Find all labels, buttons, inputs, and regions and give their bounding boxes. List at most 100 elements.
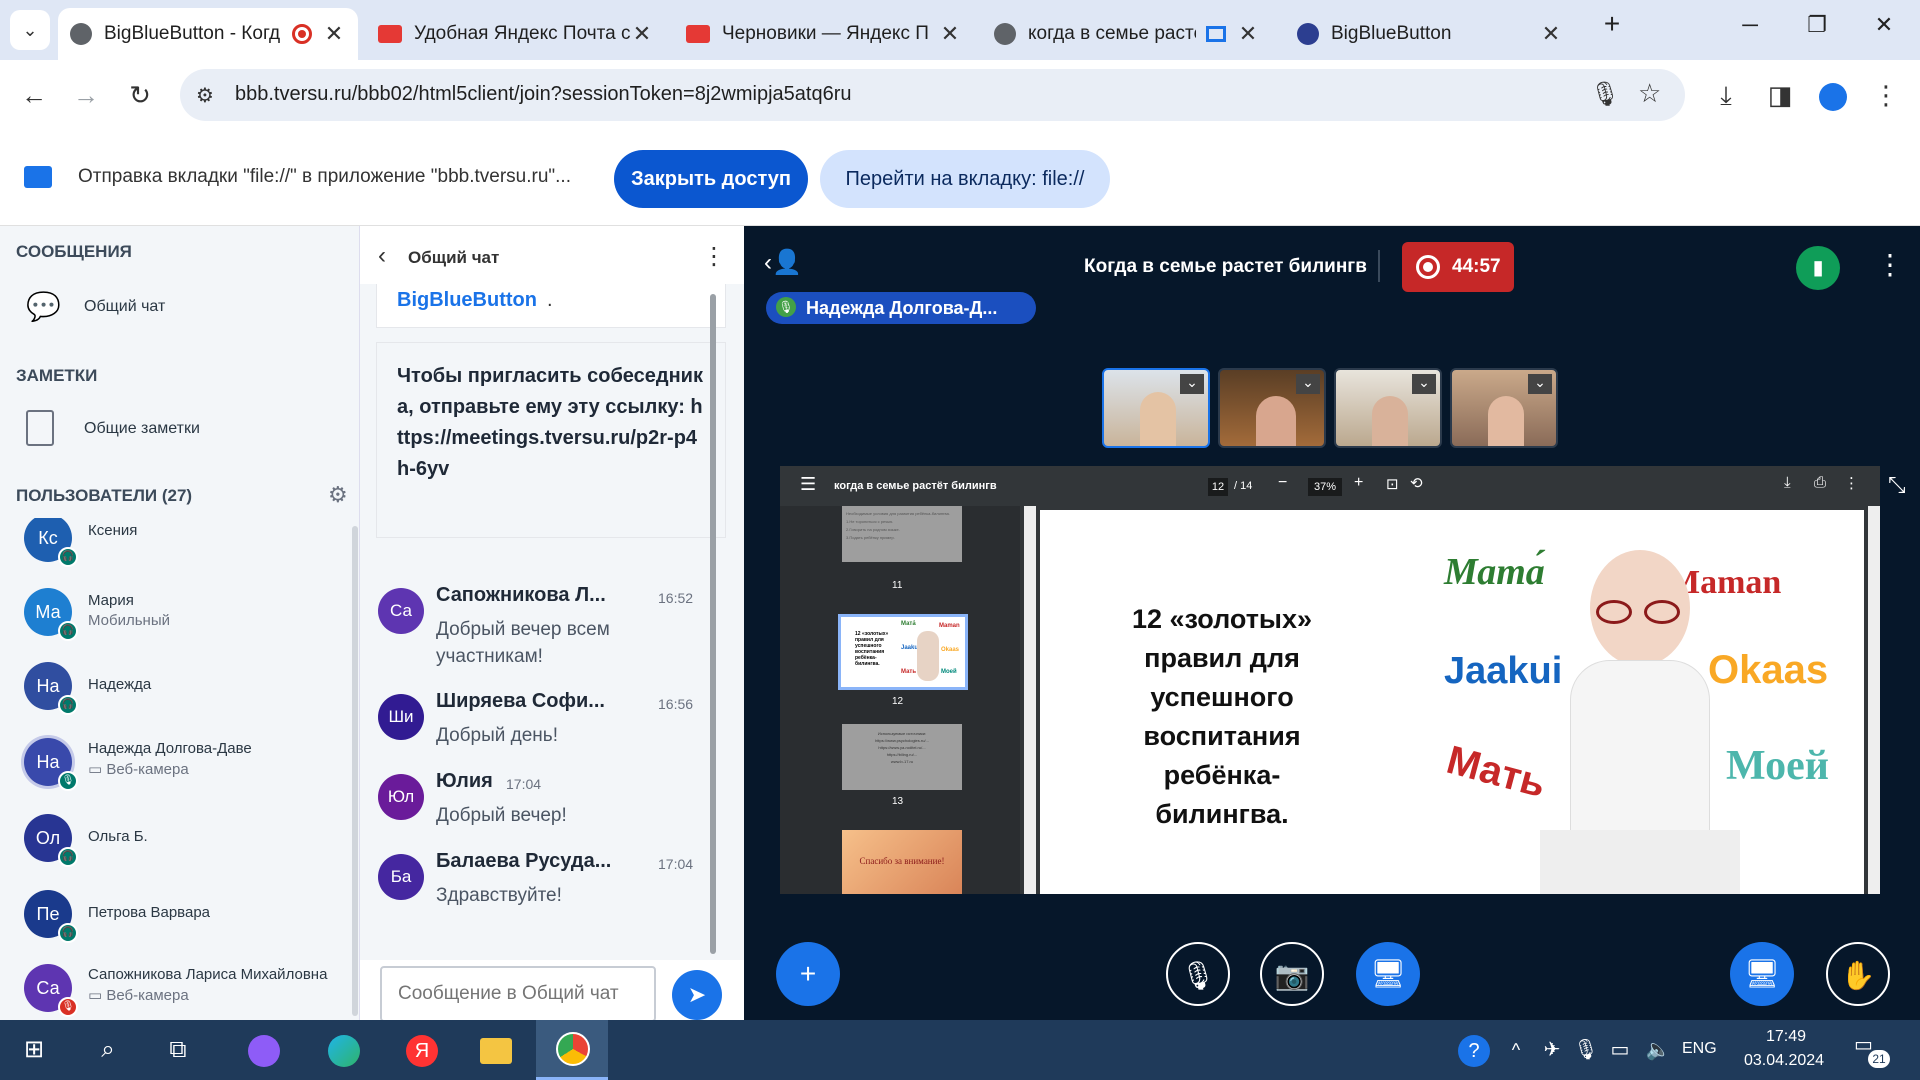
edge-app[interactable]	[324, 1030, 364, 1070]
stop-sharing-button[interactable]: Закрыть доступ	[614, 150, 808, 208]
back-button[interactable]: ←	[14, 75, 54, 115]
microphone-icon[interactable]: 🎙	[1590, 80, 1620, 109]
close-tab-icon[interactable]: ✕	[938, 21, 962, 47]
close-tab-icon[interactable]: ✕	[322, 21, 346, 47]
users-scrollbar[interactable]	[352, 526, 358, 1016]
kebab-menu-icon[interactable]: ⋮	[1844, 474, 1859, 492]
minimize-button[interactable]: ─	[1730, 12, 1770, 38]
unmute-button[interactable]: 🎙	[1166, 942, 1230, 1006]
chevron-left-icon[interactable]: ‹	[378, 242, 386, 270]
presentation-button[interactable]: 🖥	[1730, 942, 1794, 1006]
kebab-menu-icon[interactable]: ⋮	[1876, 248, 1904, 281]
tab-bigbluebutton[interactable]: BigBlueButton ✕	[1285, 8, 1575, 60]
close-window-button[interactable]: ✕	[1864, 12, 1904, 38]
chevron-down-icon[interactable]: ⌄	[1528, 374, 1552, 394]
kebab-menu-icon[interactable]: ⋮	[702, 242, 726, 271]
chrome-app-active[interactable]	[536, 1020, 608, 1080]
language-indicator[interactable]: ENG	[1682, 1040, 1717, 1058]
webcam-tile[interactable]: ⌄	[1218, 368, 1326, 448]
user-item[interactable]: Ол 🎧 Ольга Б.	[24, 814, 344, 867]
profile-button[interactable]	[1813, 75, 1853, 115]
chat-message-input[interactable]	[380, 966, 656, 1022]
close-tab-icon[interactable]: ✕	[630, 21, 654, 47]
chat-scrollbar[interactable]	[710, 294, 716, 954]
public-chat-item[interactable]: 💬 Общий чат	[0, 288, 358, 328]
start-button[interactable]: ⊞	[14, 1030, 54, 1070]
user-item[interactable]: Пе 🎧 Петрова Варвара	[24, 890, 344, 943]
tab-yandex-mail[interactable]: Удобная Яндекс Почта с ✕	[366, 8, 666, 60]
tab-bigbluebutton-active[interactable]: BigBlueButton - Когд ✕	[58, 8, 358, 60]
alice-app[interactable]	[244, 1030, 284, 1070]
send-button[interactable]: ➤	[672, 970, 722, 1020]
arrow-left-icon: ←	[21, 80, 47, 110]
thumbnail-11[interactable]: Необходимые условия для развития ребёнка…	[842, 506, 962, 562]
yandex-browser-app[interactable]: Я	[402, 1030, 442, 1070]
talking-indicator[interactable]: 🎙 Надежда Долгова-Д...	[766, 292, 1036, 324]
help-icon[interactable]: ?	[1454, 1030, 1494, 1070]
webcam-tile[interactable]: ⌄	[1102, 368, 1210, 448]
print-icon[interactable]: ⎙	[1814, 474, 1826, 491]
webcam-tile[interactable]: ⌄	[1334, 368, 1442, 448]
file-explorer-app[interactable]	[476, 1030, 516, 1070]
volume-icon[interactable]: 🔈	[1638, 1030, 1678, 1070]
page-input[interactable]: 12	[1208, 478, 1228, 496]
clock-time[interactable]: 17:49	[1766, 1028, 1806, 1046]
battery-icon[interactable]: ▭	[1600, 1030, 1640, 1070]
bbb-link-text[interactable]: BigBlueButton	[397, 289, 537, 312]
collapse-icon[interactable]: ⤡	[1888, 472, 1906, 498]
switch-tab-button[interactable]: Перейти на вкладку: file://	[820, 150, 1110, 208]
thumbnail-14[interactable]: Спасибо за внимание!	[842, 830, 962, 894]
clock-date[interactable]: 03.04.2024	[1744, 1052, 1824, 1070]
star-icon[interactable]: ☆	[1638, 78, 1661, 109]
fit-page-icon[interactable]: ⊡	[1386, 475, 1399, 493]
shared-notes-item[interactable]: Общие заметки	[0, 410, 358, 450]
notification-center[interactable]: ▭ 21	[1854, 1032, 1890, 1068]
webcam-tile[interactable]: ⌄	[1450, 368, 1558, 448]
zoom-out-icon[interactable]: −	[1278, 474, 1287, 492]
tab-search-button[interactable]: ⌄	[10, 10, 50, 50]
share-screen-button[interactable]: 🖥	[1356, 942, 1420, 1006]
forward-button[interactable]: →	[66, 75, 106, 115]
chevron-down-icon[interactable]: ⌄	[1180, 374, 1204, 394]
gear-icon[interactable]: ⚙	[328, 482, 348, 508]
user-item[interactable]: Са 🎙 Сапожникова Лариса Михайловна ▭ Веб…	[24, 964, 344, 1017]
user-item[interactable]: На 🎧 Надежда	[24, 662, 344, 715]
user-item[interactable]: Ма 🎧 Мария Мобильный	[24, 588, 344, 641]
actions-button[interactable]: +	[776, 942, 840, 1006]
download-button[interactable]: ⤓	[1706, 75, 1746, 115]
raise-hand-button[interactable]: ✋	[1826, 942, 1890, 1006]
thumbnail-12-selected[interactable]: 12 «золотых» правил для успешного воспит…	[838, 614, 968, 690]
search-button[interactable]: ⌕	[88, 1030, 128, 1070]
restore-button[interactable]: ❐	[1797, 12, 1837, 38]
globe-icon	[994, 23, 1016, 45]
chevron-down-icon[interactable]: ⌄	[1296, 374, 1320, 394]
close-tab-icon[interactable]: ✕	[1236, 21, 1260, 47]
side-panel-button[interactable]: ◨	[1760, 75, 1800, 115]
chevron-up-icon[interactable]: ^	[1496, 1030, 1536, 1070]
hamburger-menu-icon[interactable]: ☰	[800, 474, 816, 495]
rotate-icon[interactable]: ⟲	[1410, 474, 1423, 492]
thumbnail-scrollbar[interactable]	[1024, 506, 1036, 894]
address-bar[interactable]: ⚙ bbb.tversu.ru/bbb02/html5client/join?s…	[180, 69, 1685, 121]
task-view-button[interactable]: ⧉	[158, 1030, 198, 1070]
pdf-scrollbar[interactable]	[1868, 506, 1880, 894]
zoom-value[interactable]: 37%	[1308, 478, 1342, 496]
user-item[interactable]: На 🎙 Надежда Долгова-Даве ▭ Веб-камера	[24, 738, 344, 791]
reload-button[interactable]: ↻	[120, 75, 160, 115]
download-icon[interactable]: ⤓	[1784, 474, 1791, 491]
webcam-toggle-button[interactable]: 📷	[1260, 942, 1324, 1006]
new-tab-button[interactable]: +	[1592, 8, 1632, 40]
thumbnail-13[interactable]: Используемые источники: https://www.psyc…	[842, 724, 962, 790]
browser-menu-button[interactable]: ⋮	[1866, 75, 1906, 115]
connection-status-button[interactable]: ▮	[1796, 246, 1840, 290]
hide-users-icon[interactable]: ‹👤	[764, 248, 802, 277]
edge-icon	[328, 1034, 360, 1067]
tab-file[interactable]: когда в семье растё ✕	[982, 8, 1272, 60]
site-settings-icon[interactable]: ⚙	[196, 83, 214, 108]
user-item[interactable]: Кс 🎧 Ксения	[24, 518, 344, 567]
chevron-down-icon[interactable]: ⌄	[1412, 374, 1436, 394]
recording-indicator[interactable]: 44:57	[1402, 242, 1514, 292]
zoom-in-icon[interactable]: +	[1354, 474, 1363, 492]
close-tab-icon[interactable]: ✕	[1539, 21, 1563, 47]
tab-drafts[interactable]: Черновики — Яндекс П ✕	[674, 8, 974, 60]
